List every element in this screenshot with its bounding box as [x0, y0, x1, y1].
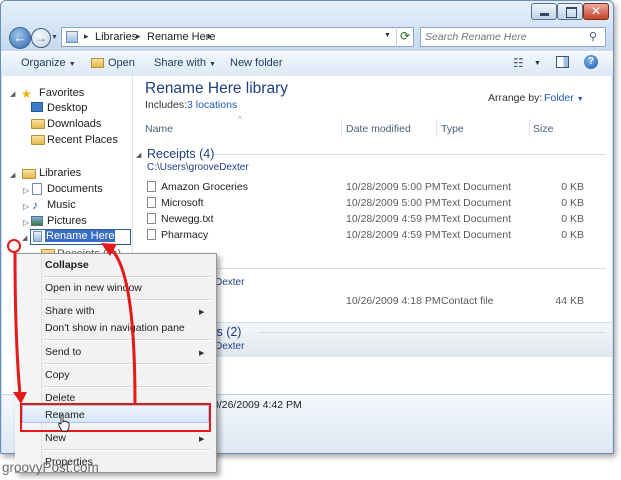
annotation-arrow-down — [13, 251, 22, 396]
watermark: groovyPost.com — [2, 460, 99, 475]
right-click-marker — [7, 239, 21, 253]
annotation-arrowhead — [13, 392, 27, 404]
annotation-arrow-up — [110, 248, 137, 406]
annotation-arrows — [7, 239, 137, 406]
